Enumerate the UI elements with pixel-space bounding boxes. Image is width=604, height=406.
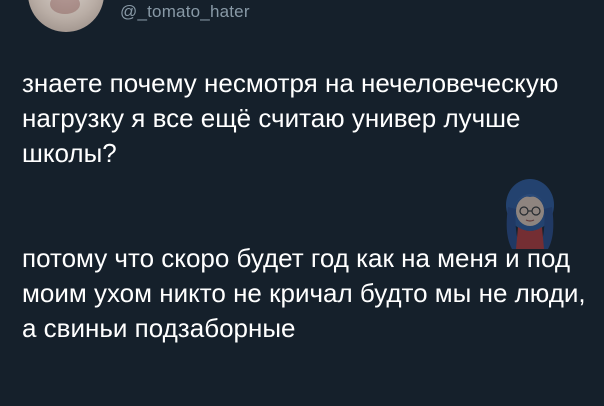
tweet-paragraph-2: потому что скоро будет год как на меня и…: [22, 243, 586, 343]
tweet-screenshot: @_tomato_hater знаете почему несмотря на…: [0, 0, 604, 406]
avatar[interactable]: [28, 0, 104, 32]
tweet-handle[interactable]: @_tomato_hater: [120, 2, 250, 22]
tweet-paragraph-1: знаете почему несмотря на нечеловеческую…: [22, 68, 559, 168]
avatar-face: [50, 0, 80, 14]
anime-girl-watermark-icon: [506, 179, 554, 249]
